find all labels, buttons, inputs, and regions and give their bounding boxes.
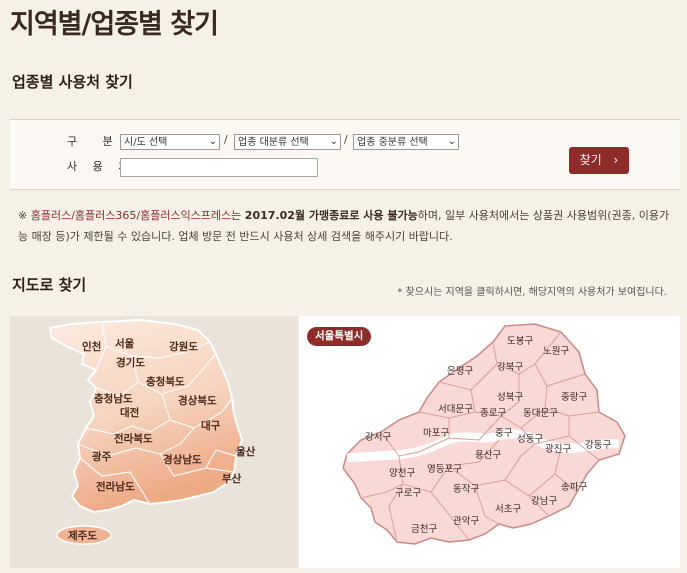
district-gwanak[interactable]: 관악구	[453, 515, 479, 527]
district-eunpyeong[interactable]: 은평구	[447, 366, 473, 377]
region-gyeongbuk[interactable]: 경상북도	[178, 394, 217, 407]
district-songpa[interactable]: 송파구	[561, 482, 587, 493]
find-button-label: 찾기	[579, 153, 602, 167]
district-dobong[interactable]: 도봉구	[507, 336, 533, 347]
region-select[interactable]: 시/도 선택 ⌄	[120, 134, 220, 150]
region-daejeon[interactable]: 대전	[120, 406, 139, 419]
separator: /	[224, 133, 228, 146]
district-gangseo[interactable]: 강서구	[365, 432, 391, 443]
district-nowon[interactable]: 노원구	[543, 346, 569, 357]
region-jeju[interactable]: 제주도	[68, 529, 97, 542]
notice-mark: ※	[18, 209, 31, 222]
region-gyeongnam[interactable]: 경상남도	[163, 453, 202, 466]
map-hint: * 찾으시는 지역을 클릭하시면, 해당지역의 사용처가 보여집니다.	[397, 287, 667, 298]
chevron-down-icon: ⌄	[208, 136, 217, 147]
separator: /	[344, 133, 348, 146]
chevron-down-icon: ⌄	[329, 136, 338, 147]
region-gyeonggi[interactable]: 경기도	[116, 356, 145, 369]
district-dongdaemun[interactable]: 동대문구	[523, 408, 558, 419]
district-junggu[interactable]: 중구	[495, 428, 513, 439]
korea-map-panel: 인천 서울 강원도 경기도 충청북도 충청남도 대전 경상북도 대구 전라북도 …	[10, 316, 298, 568]
major-category-select[interactable]: 업종 대분류 선택 ⌄	[234, 134, 341, 150]
region-select-value: 시/도 선택	[124, 137, 168, 148]
region-gangwon[interactable]: 강원도	[169, 340, 198, 353]
district-dongjak[interactable]: 동작구	[453, 484, 479, 495]
korea-map[interactable]: 인천 서울 강원도 경기도 충청북도 충청남도 대전 경상북도 대구 전라북도 …	[10, 316, 298, 568]
seoul-map[interactable]: 도봉구 노원구 강북구 은평구 성북구 중랑구 서대문구 종로구 동대문구 마포…	[299, 316, 680, 568]
region-jeonbuk[interactable]: 전라북도	[114, 432, 153, 445]
region-gwangju[interactable]: 광주	[92, 451, 112, 463]
district-seodaemun[interactable]: 서대문구	[438, 404, 473, 415]
minor-category-select[interactable]: 업종 중분류 선택 ⌄	[353, 134, 459, 150]
district-seocho[interactable]: 서초구	[495, 504, 521, 515]
korea-mainland[interactable]	[48, 318, 244, 514]
seoul-badge: 서울특별시	[307, 327, 372, 346]
district-gangbuk[interactable]: 강북구	[497, 362, 523, 373]
region-chungnam[interactable]: 충청남도	[94, 392, 133, 405]
map-search-title: 지도로 찾기	[12, 276, 87, 294]
district-yeongdeungpo[interactable]: 영등포구	[427, 464, 462, 475]
page-title: 지역별/업종별 찾기	[10, 9, 219, 40]
district-gangnam[interactable]: 강남구	[531, 496, 557, 507]
region-ulsan[interactable]: 울산	[236, 445, 256, 458]
district-guro[interactable]: 구로구	[395, 488, 421, 499]
seoul-map-panel: 서울특별시 도봉구 노원구 강북구 은평구 성북구 중랑구 서대문구 종로구 동…	[299, 316, 680, 568]
district-geumcheon[interactable]: 금천구	[411, 524, 437, 535]
district-mapo[interactable]: 마포구	[423, 428, 449, 439]
region-seoul[interactable]: 서울	[115, 337, 135, 350]
search-panel: 구 분 시/도 선택 ⌄ / 업종 대분류 선택 ⌄ / 업종 중분류 선택 ⌄…	[10, 119, 680, 190]
category-label: 구 분	[67, 135, 124, 148]
region-busan[interactable]: 부산	[222, 472, 242, 485]
region-jeonnam[interactable]: 전라남도	[96, 480, 135, 493]
category-search-title: 업종별 사용처 찾기	[12, 73, 133, 91]
district-jungnang[interactable]: 중랑구	[561, 391, 587, 403]
major-select-value: 업종 대분류 선택	[238, 137, 309, 148]
region-chungbuk[interactable]: 충청북도	[146, 375, 185, 388]
place-name-input[interactable]	[120, 158, 318, 177]
chevron-right-icon: ›	[613, 153, 619, 167]
chevron-down-icon: ⌄	[447, 136, 456, 147]
district-gangdong[interactable]: 강동구	[585, 440, 611, 451]
district-seongdong[interactable]: 성동구	[517, 434, 543, 445]
find-button[interactable]: 찾기 ›	[569, 147, 629, 174]
notice-bold: 2017.02월 가맹종료로 사용 불가능	[244, 209, 418, 222]
district-seongbuk[interactable]: 성북구	[497, 392, 523, 403]
minor-select-value: 업종 중분류 선택	[357, 137, 428, 148]
district-yongsan[interactable]: 용산구	[475, 450, 501, 461]
notice-text: ※ 홈플러스/홈플러스365/홈플러스익스프레스는 2017.02월 가맹종료로…	[18, 205, 678, 247]
notice-part1: 는	[231, 209, 245, 222]
district-jongno[interactable]: 종로구	[480, 408, 506, 419]
district-gwangjin[interactable]: 광진구	[545, 443, 571, 455]
region-incheon[interactable]: 인천	[82, 340, 101, 353]
district-yangcheon[interactable]: 양천구	[389, 468, 415, 479]
region-daegu[interactable]: 대구	[201, 419, 221, 432]
notice-brands: 홈플러스/홈플러스365/홈플러스익스프레스	[30, 209, 232, 222]
